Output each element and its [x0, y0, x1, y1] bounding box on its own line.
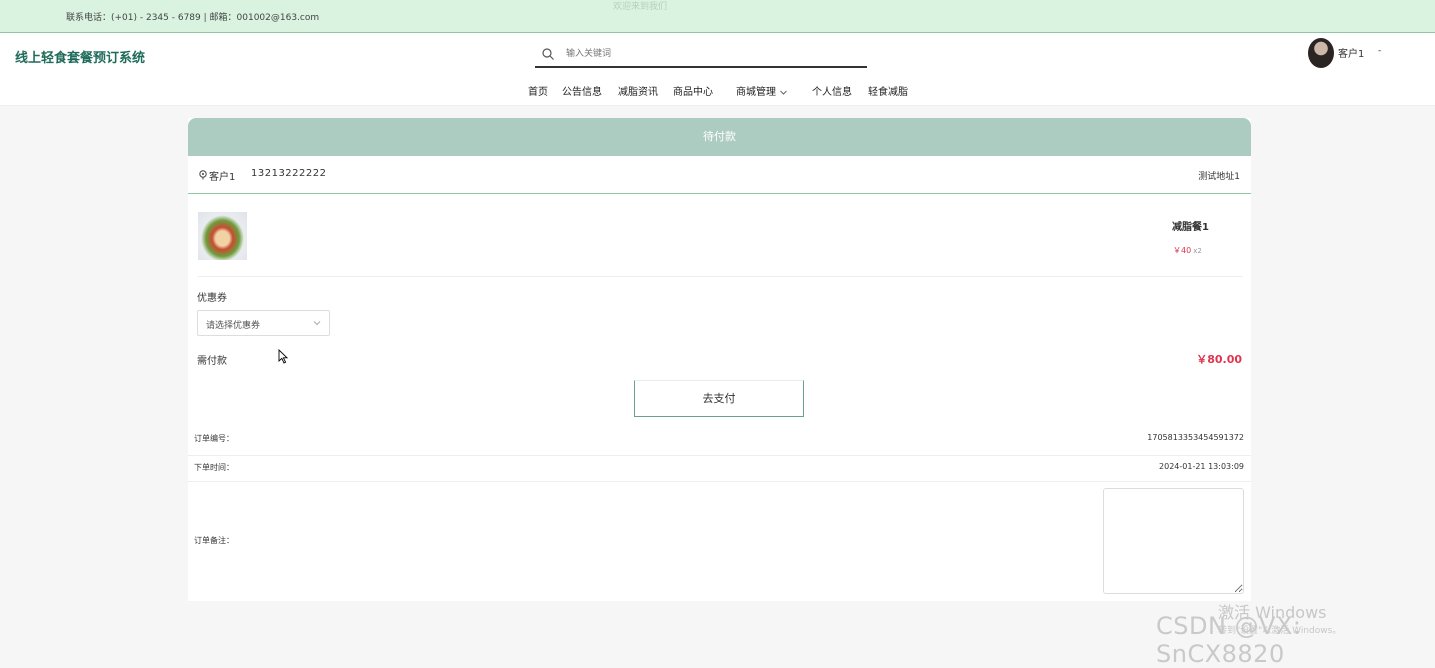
order-panel: 待付款 客户1 13213222222 测试地址1 减脂餐1 ￥40 x2 优惠券… [188, 118, 1251, 601]
product-price: ￥40 x2 [1173, 245, 1202, 256]
chevron-down-icon [313, 321, 321, 326]
order-status: 待付款 [188, 118, 1251, 156]
coupon-select-placeholder: 请选择优惠券 [206, 321, 261, 331]
contact-info: 联系电话：(+01) - 2345 - 6789 | 邮箱：001002@163… [66, 13, 320, 23]
header: 线上轻食套餐预订系统 客户1 - 首页 公告信息 减脂资讯 商品中心 商城管理 … [0, 33, 1435, 106]
order-item: 减脂餐1 ￥40 x2 [188, 194, 1251, 276]
pay-button[interactable]: 去支付 [634, 380, 804, 417]
nav-item-profile[interactable]: 个人信息 [812, 83, 852, 98]
divider [198, 276, 1243, 277]
payment-amount: ￥80.00 [1196, 353, 1242, 366]
address-row: 客户1 13213222222 测试地址1 [188, 156, 1251, 194]
nav-item-home[interactable]: 首页 [528, 83, 548, 98]
chevron-down-icon [780, 90, 787, 95]
user-dropdown-toggle[interactable]: - [1378, 46, 1381, 56]
recipient-name: 客户1 [209, 172, 236, 183]
product-name: 减脂餐1 [1172, 222, 1209, 233]
payment-label: 需付款 [197, 356, 227, 367]
search-icon[interactable] [541, 47, 555, 61]
recipient-phone: 13213222222 [251, 168, 327, 179]
search-bar [535, 44, 867, 68]
order-number-label: 订单编号： [194, 434, 234, 443]
username[interactable]: 客户1 [1338, 45, 1364, 60]
nav-item-mall-management-label: 商城管理 [736, 87, 776, 98]
product-qty: x2 [1193, 247, 1202, 255]
top-info-bar: 联系电话：(+01) - 2345 - 6789 | 邮箱：001002@163… [0, 0, 1435, 33]
site-title[interactable]: 线上轻食套餐预订系统 [15, 47, 145, 66]
nav-item-light-meals[interactable]: 轻食减脂 [868, 83, 908, 98]
order-remark-input[interactable] [1103, 488, 1244, 594]
order-number-row: 订单编号： 1705813353454591372 [188, 428, 1251, 456]
location-pin-icon [199, 170, 207, 180]
order-remark-label: 订单备注： [194, 536, 234, 545]
nav-item-products[interactable]: 商品中心 [673, 83, 713, 98]
coupon-select[interactable]: 请选择优惠券 [197, 310, 330, 336]
product-image[interactable] [198, 212, 247, 260]
order-time-value: 2024-01-21 13:03:09 [1159, 462, 1244, 471]
csdn-watermark: CSDN @VX: SnCX8820 [1156, 612, 1302, 668]
nav-item-announcements[interactable]: 公告信息 [562, 83, 602, 98]
mouse-cursor-icon [278, 349, 288, 364]
product-unit-price: ￥40 [1173, 246, 1192, 255]
recipient-address: 测试地址1 [1198, 172, 1240, 182]
welcome-text: 欢迎来到我们 [613, 2, 668, 12]
avatar[interactable] [1308, 38, 1334, 68]
order-time-label: 下单时间： [194, 463, 234, 472]
order-remark-row: 订单备注： [188, 482, 1251, 601]
order-time-row: 下单时间： 2024-01-21 13:03:09 [188, 456, 1251, 482]
search-input[interactable] [566, 46, 856, 62]
order-number-value: 1705813353454591372 [1147, 433, 1244, 442]
coupon-label: 优惠券 [197, 293, 227, 304]
nav-item-mall-management[interactable]: 商城管理 [736, 83, 788, 98]
nav-item-news[interactable]: 减脂资讯 [618, 83, 658, 98]
